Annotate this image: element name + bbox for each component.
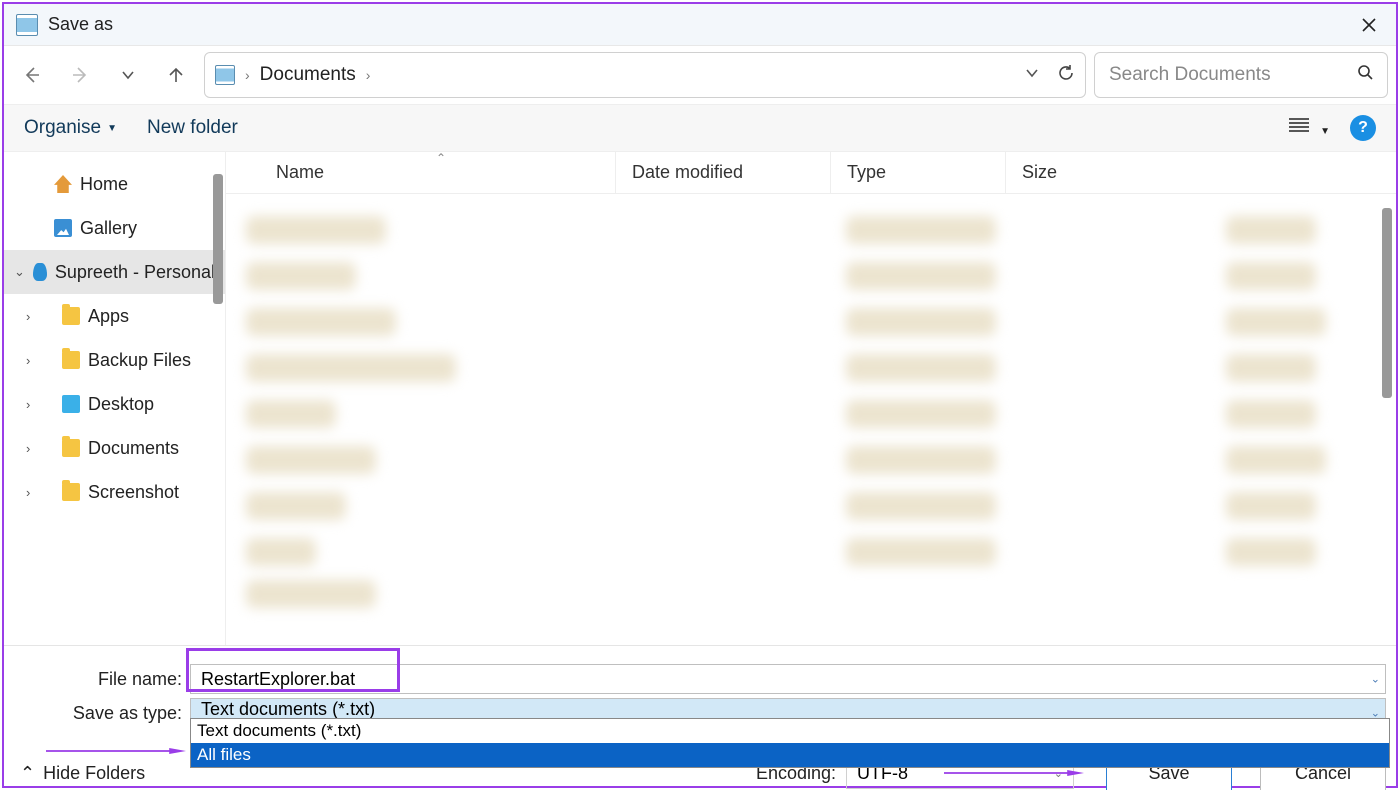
chevron-right-icon: › (26, 397, 40, 412)
chevron-right-icon: › (26, 485, 40, 500)
chevron-right-icon: › (26, 353, 40, 368)
arrow-up-icon (166, 65, 186, 85)
caret-down-icon: ▼ (1320, 126, 1330, 137)
file-list-body[interactable] (226, 194, 1396, 645)
desktop-icon (62, 395, 80, 413)
help-button[interactable]: ? (1350, 115, 1376, 141)
home-icon (54, 175, 72, 193)
caret-down-icon: ▼ (107, 123, 117, 134)
dialog-body: Home Gallery ⌄ Supreeth - Personal › App… (4, 152, 1396, 645)
column-type[interactable]: Type (831, 152, 1006, 193)
filename-label: File name: (14, 669, 190, 690)
chevron-down-icon: ⌄ (1054, 767, 1063, 780)
address-bar[interactable]: › Documents › (204, 52, 1086, 98)
folder-icon (62, 307, 80, 325)
search-placeholder: Search Documents (1109, 64, 1271, 86)
savetype-dropdown-list: Text documents (*.txt) All files (190, 718, 1390, 768)
recent-locations-button[interactable] (108, 55, 148, 95)
sidebar-item-gallery[interactable]: Gallery (4, 206, 225, 250)
list-scrollbar[interactable] (1382, 208, 1392, 398)
refresh-button[interactable] (1057, 64, 1075, 87)
search-icon (1357, 64, 1373, 86)
chevron-right-icon: › (26, 309, 40, 324)
sidebar-item-screenshot[interactable]: › Screenshot (4, 470, 225, 514)
breadcrumb-location[interactable]: Documents (260, 64, 356, 86)
sidebar-item-documents[interactable]: › Documents (4, 426, 225, 470)
sidebar-scrollbar[interactable] (213, 174, 223, 304)
organise-button[interactable]: Organise ▼ (24, 117, 117, 139)
back-button[interactable] (12, 55, 52, 95)
dropdown-option-allfiles[interactable]: All files (191, 743, 1389, 767)
list-view-icon (1289, 118, 1309, 134)
gallery-icon (54, 219, 72, 237)
sidebar-item-onedrive[interactable]: ⌄ Supreeth - Personal (4, 250, 225, 294)
sidebar-item-desktop[interactable]: › Desktop (4, 382, 225, 426)
new-folder-button[interactable]: New folder (147, 117, 238, 139)
folder-icon (62, 351, 80, 369)
toolbar: Organise ▼ New folder ▼ ? (4, 104, 1396, 152)
arrow-right-icon (70, 65, 90, 85)
sort-indicator-icon: ⌃ (436, 151, 446, 165)
filename-input[interactable] (190, 664, 1386, 694)
up-button[interactable] (156, 55, 196, 95)
onedrive-icon (33, 263, 47, 281)
file-list: ⌃ Name Date modified Type Size (226, 152, 1396, 645)
close-button[interactable] (1348, 4, 1390, 46)
bottom-panel: File name: ⌄ Save as type: Text document… (4, 645, 1396, 786)
forward-button[interactable] (60, 55, 100, 95)
folder-icon (62, 483, 80, 501)
breadcrumb-separator-icon: › (245, 67, 250, 83)
hide-folders-button[interactable]: ⌃ Hide Folders (20, 763, 145, 784)
folder-icon (62, 439, 80, 457)
column-name[interactable]: Name (226, 152, 616, 193)
chevron-up-icon: ⌃ (20, 763, 35, 784)
close-icon (1362, 18, 1376, 32)
filename-dropdown-icon[interactable]: ⌄ (1371, 673, 1380, 686)
app-icon (16, 14, 38, 36)
savetype-label: Save as type: (14, 703, 190, 724)
dropdown-option-txt[interactable]: Text documents (*.txt) (191, 719, 1389, 743)
location-icon (215, 65, 235, 85)
window-title: Save as (48, 14, 113, 35)
view-options-button[interactable]: ▼ (1289, 117, 1330, 140)
column-headers: ⌃ Name Date modified Type Size (226, 152, 1396, 194)
chevron-down-icon (121, 68, 135, 82)
navigation-pane: Home Gallery ⌄ Supreeth - Personal › App… (4, 152, 226, 645)
refresh-icon (1057, 64, 1075, 82)
search-box[interactable]: Search Documents (1094, 52, 1388, 98)
address-dropdown-button[interactable] (1025, 64, 1039, 87)
column-size[interactable]: Size (1006, 152, 1396, 193)
column-date[interactable]: Date modified (616, 152, 831, 193)
sidebar-item-backup[interactable]: › Backup Files (4, 338, 225, 382)
chevron-right-icon: › (26, 441, 40, 456)
arrow-left-icon (22, 65, 42, 85)
sidebar-item-apps[interactable]: › Apps (4, 294, 225, 338)
save-as-dialog: Save as › Documents › (2, 2, 1398, 788)
sidebar-item-home[interactable]: Home (4, 162, 225, 206)
breadcrumb-separator-icon: › (366, 67, 371, 83)
chevron-down-icon (1025, 66, 1039, 80)
chevron-down-icon: ⌄ (14, 264, 25, 280)
titlebar: Save as (4, 4, 1396, 46)
nav-row: › Documents › Search Documents (4, 46, 1396, 104)
